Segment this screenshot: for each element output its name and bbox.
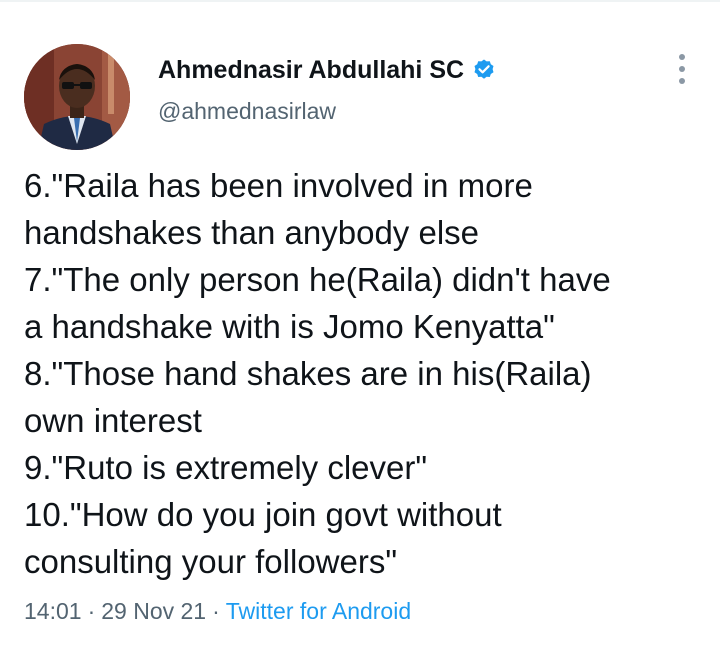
tweet-text: 6."Raila has been involved in more hands… xyxy=(24,162,704,585)
tweet-source-link[interactable]: Twitter for Android xyxy=(226,598,411,624)
more-vertical-icon[interactable] xyxy=(672,54,692,84)
divider xyxy=(0,0,720,2)
name-row: Ahmednasir Abdullahi SC xyxy=(158,54,496,86)
dot xyxy=(679,66,685,72)
profile-photo xyxy=(24,44,130,150)
dot xyxy=(679,54,685,60)
tweet-line: 6."Raila has been involved in more xyxy=(24,167,533,204)
tweet-card: Ahmednasir Abdullahi SC @ahmednasirlaw 6… xyxy=(0,0,720,653)
author-info: Ahmednasir Abdullahi SC @ahmednasirlaw xyxy=(158,54,496,125)
separator: · xyxy=(212,598,220,624)
verified-badge-icon xyxy=(472,58,496,82)
tweet-metadata: 14:01 · 29 Nov 21 · Twitter for Android xyxy=(24,598,411,625)
tweet-line: a handshake with is Jomo Kenyatta" xyxy=(24,308,555,345)
tweet-line: 10."How do you join govt without xyxy=(24,496,502,533)
display-name[interactable]: Ahmednasir Abdullahi SC xyxy=(158,56,464,85)
tweet-line: consulting your followers" xyxy=(24,543,398,580)
dot xyxy=(679,78,685,84)
separator: · xyxy=(87,598,96,624)
tweet-line: 7."The only person he(Raila) didn't have xyxy=(24,261,611,298)
tweet-date[interactable]: 29 Nov 21 xyxy=(101,598,206,624)
tweet-line: own interest xyxy=(24,402,202,439)
tweet-time[interactable]: 14:01 xyxy=(24,598,82,624)
tweet-line: handshakes than anybody else xyxy=(24,214,480,251)
tweet-line: 9."Ruto is extremely clever" xyxy=(24,449,428,486)
tweet-line: 8."Those hand shakes are in his(Raila) xyxy=(24,355,592,392)
user-handle[interactable]: @ahmednasirlaw xyxy=(158,98,496,125)
avatar[interactable] xyxy=(24,44,130,150)
